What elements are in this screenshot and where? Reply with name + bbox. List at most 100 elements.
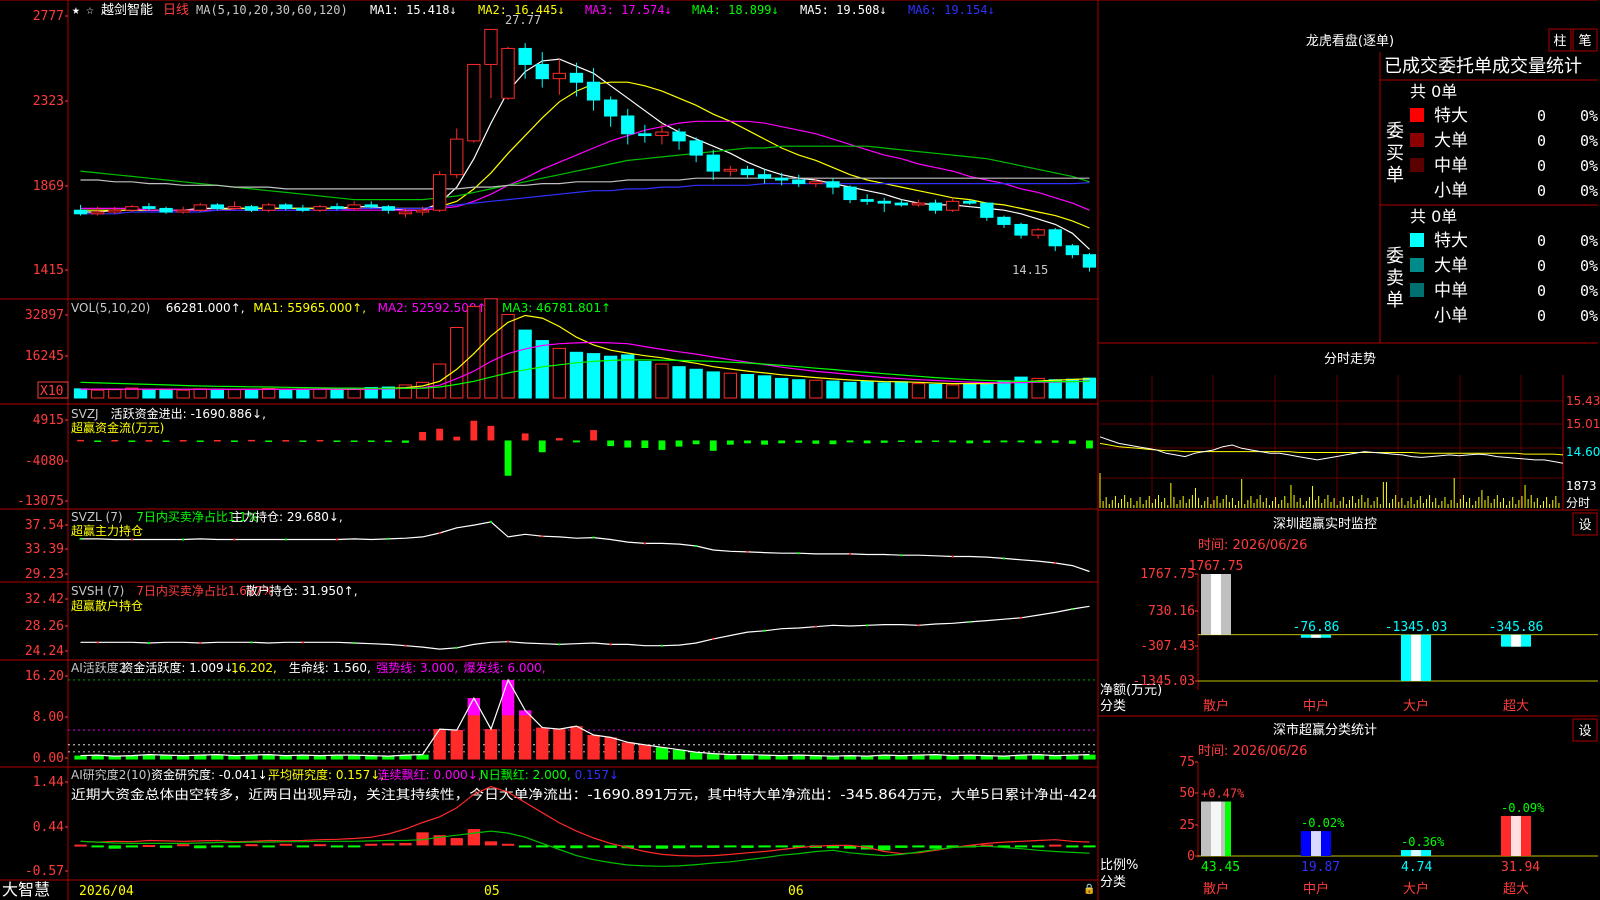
- tab-column[interactable]: 柱: [1548, 28, 1572, 52]
- research-bar: [655, 845, 669, 849]
- flow-bar: [1051, 440, 1059, 443]
- position-dot: [917, 624, 920, 627]
- order-swatch: [1410, 233, 1424, 247]
- monitor-category: 超大: [1503, 699, 1529, 714]
- period-label[interactable]: 日线: [163, 3, 189, 18]
- candle: [1082, 254, 1097, 268]
- star-icon[interactable]: ★: [72, 3, 80, 18]
- svzj-chart[interactable]: SVZJ 活跃资金进出: -1690.886↓,超赢资金流(万元) 4915 -408…: [17, 406, 1093, 509]
- activity-bar: [1083, 754, 1096, 760]
- classify-settings-label[interactable]: 设: [1578, 724, 1591, 739]
- monitor-bar-group[interactable]: [1401, 634, 1431, 681]
- order-type-label: 特大: [1434, 231, 1468, 251]
- tab-stroke-label[interactable]: 笔: [1578, 33, 1591, 49]
- ma-legend-item: MA3: 17.574↓: [585, 3, 672, 17]
- classify-settings-button[interactable]: 设: [1572, 718, 1598, 742]
- monitor-settings-label[interactable]: 设: [1578, 518, 1591, 533]
- classify-bar-group[interactable]: [1201, 801, 1231, 856]
- flow-bar: [863, 440, 871, 444]
- order-type-label: 大单: [1434, 131, 1468, 151]
- pin-icon[interactable]: ☆: [86, 3, 94, 18]
- candle: [911, 202, 926, 206]
- classify-category: 超大: [1503, 882, 1529, 897]
- flow-bar: [453, 436, 461, 441]
- classify-bar-group[interactable]: [1501, 815, 1531, 856]
- order-total: 共 0单: [1410, 82, 1457, 101]
- volume-bar: [535, 340, 549, 399]
- tab-column-label[interactable]: 柱: [1553, 34, 1566, 49]
- classify-bar-group[interactable]: [1401, 850, 1431, 856]
- classify-bar-edge: [1225, 801, 1231, 856]
- flow-bar: [778, 440, 786, 444]
- candle: [843, 186, 857, 201]
- flow-bar: [1068, 440, 1076, 444]
- activity-bar: [313, 755, 327, 760]
- monitor-value-label: -1345.03: [1385, 620, 1448, 635]
- activity-bar: [433, 729, 446, 760]
- intraday-tick: 1873: [1566, 479, 1597, 493]
- monitor-bar-group[interactable]: [1301, 634, 1331, 638]
- dragon-table: 共 0单委买单特大 0 0%大单 0 0%中单 0 0%小单 0 0%共 0单委卖单特大 0 0%大…: [1386, 82, 1598, 326]
- classify-bar-group[interactable]: [1301, 831, 1331, 856]
- right-column: 龙虎看盘(逐单) 柱 笔 已成交委托单成交量统计 共 0单委买单特大 0 0%大单 0…: [1099, 28, 1600, 897]
- flow-bar: [487, 425, 495, 441]
- dragon-subtitle: 已成交委托单成交量统计: [1384, 56, 1582, 77]
- candle: [792, 179, 806, 185]
- candle: [945, 200, 960, 211]
- order-swatch: [1410, 108, 1424, 122]
- y-tick-label: 37.54: [25, 518, 64, 533]
- svzl-chart[interactable]: SVZL (7) 7日内买卖净占比1.1%主力持仓: 29.680↓,超赢主力持仓…: [25, 509, 1090, 582]
- classify-value-label: 43.45: [1201, 860, 1240, 875]
- classify-tick: 50: [1179, 786, 1195, 801]
- order-pct: 0%: [1580, 132, 1598, 150]
- y-tick-label: 32.42: [25, 592, 64, 607]
- research-bar: [1014, 845, 1028, 848]
- position-dot: [797, 552, 800, 555]
- monitor-chart[interactable]: 1767.75 730.16 -307.43 -1345.03 1767.75 散户 -76…: [1132, 559, 1598, 714]
- ma-legend-item: MA1: 15.418↓: [370, 3, 457, 17]
- volume-bar: [672, 366, 686, 399]
- candle: [603, 99, 618, 117]
- monitor-settings-button[interactable]: 设: [1572, 512, 1598, 536]
- research-bar: [313, 844, 327, 847]
- classify-chart[interactable]: 75 50 25 0 +0.47% 43.45 散户 -0.02% 19.87 中户 -0.36% 4…: [1179, 755, 1598, 897]
- monitor-bar-highlight: [1511, 634, 1521, 647]
- flow-bar: [436, 428, 444, 441]
- position-dot: [1071, 607, 1074, 610]
- volume-bar: [586, 353, 601, 399]
- research-bar: [159, 845, 173, 848]
- candle: [552, 72, 567, 80]
- volume-bar: [467, 306, 481, 399]
- x10-label[interactable]: X10: [40, 384, 63, 399]
- position-dot: [746, 550, 749, 553]
- activity-bar: [74, 755, 87, 760]
- brand-logo: 大智慧: [2, 880, 50, 899]
- ai-active-chart[interactable]: AI活跃度2资金活跃度: 1.009↓,16.202, 生命线: 1.560, 强势…: [25, 660, 1098, 766]
- monitor-bar-group[interactable]: [1501, 634, 1531, 647]
- monitor-bar-group[interactable]: [1201, 574, 1231, 635]
- monitor-category: 中户: [1303, 698, 1329, 714]
- research-bar: [1031, 845, 1045, 848]
- volume-bar: [774, 377, 789, 399]
- volume-bar: [792, 379, 806, 399]
- research-bar: [142, 845, 156, 847]
- monitor-category: 散户: [1203, 698, 1229, 714]
- flow-bar: [538, 440, 546, 453]
- flow-bar: [94, 440, 102, 442]
- volume-chart[interactable]: VOL(5,10,20) 66281.000↑, MA1: 55965.000↑, M…: [25, 298, 1097, 399]
- candle: [963, 200, 977, 204]
- volume-bar: [210, 388, 225, 399]
- flow-bar: [521, 433, 529, 441]
- price-chart[interactable]: 2777 2323 1869 1415 27.77 14.15: [33, 9, 1097, 278]
- svsh-chart[interactable]: SVSH (7) 7日内买卖净占比1.697%散户持仓: 31.950↑,超赢散户…: [25, 583, 1090, 659]
- tab-stroke[interactable]: 笔: [1572, 28, 1598, 52]
- flow-bar: [573, 440, 580, 443]
- legend-item: 66281.000↑,: [166, 301, 245, 315]
- ai-research-chart[interactable]: AI研究度2(10) 资金研究度: -0.041↓,平均研究度: 0.157↓,连…: [25, 767, 1097, 879]
- y-tick-label: 24.24: [25, 644, 64, 659]
- order-count: 0: [1537, 107, 1546, 125]
- lock-icon[interactable]: 🔒: [1083, 883, 1095, 895]
- volume-bar: [569, 351, 584, 399]
- y-tick-label: -0.57: [25, 864, 64, 879]
- intraday-chart[interactable]: 15.43 15.01 14.60 1873 分时: [1099, 375, 1600, 510]
